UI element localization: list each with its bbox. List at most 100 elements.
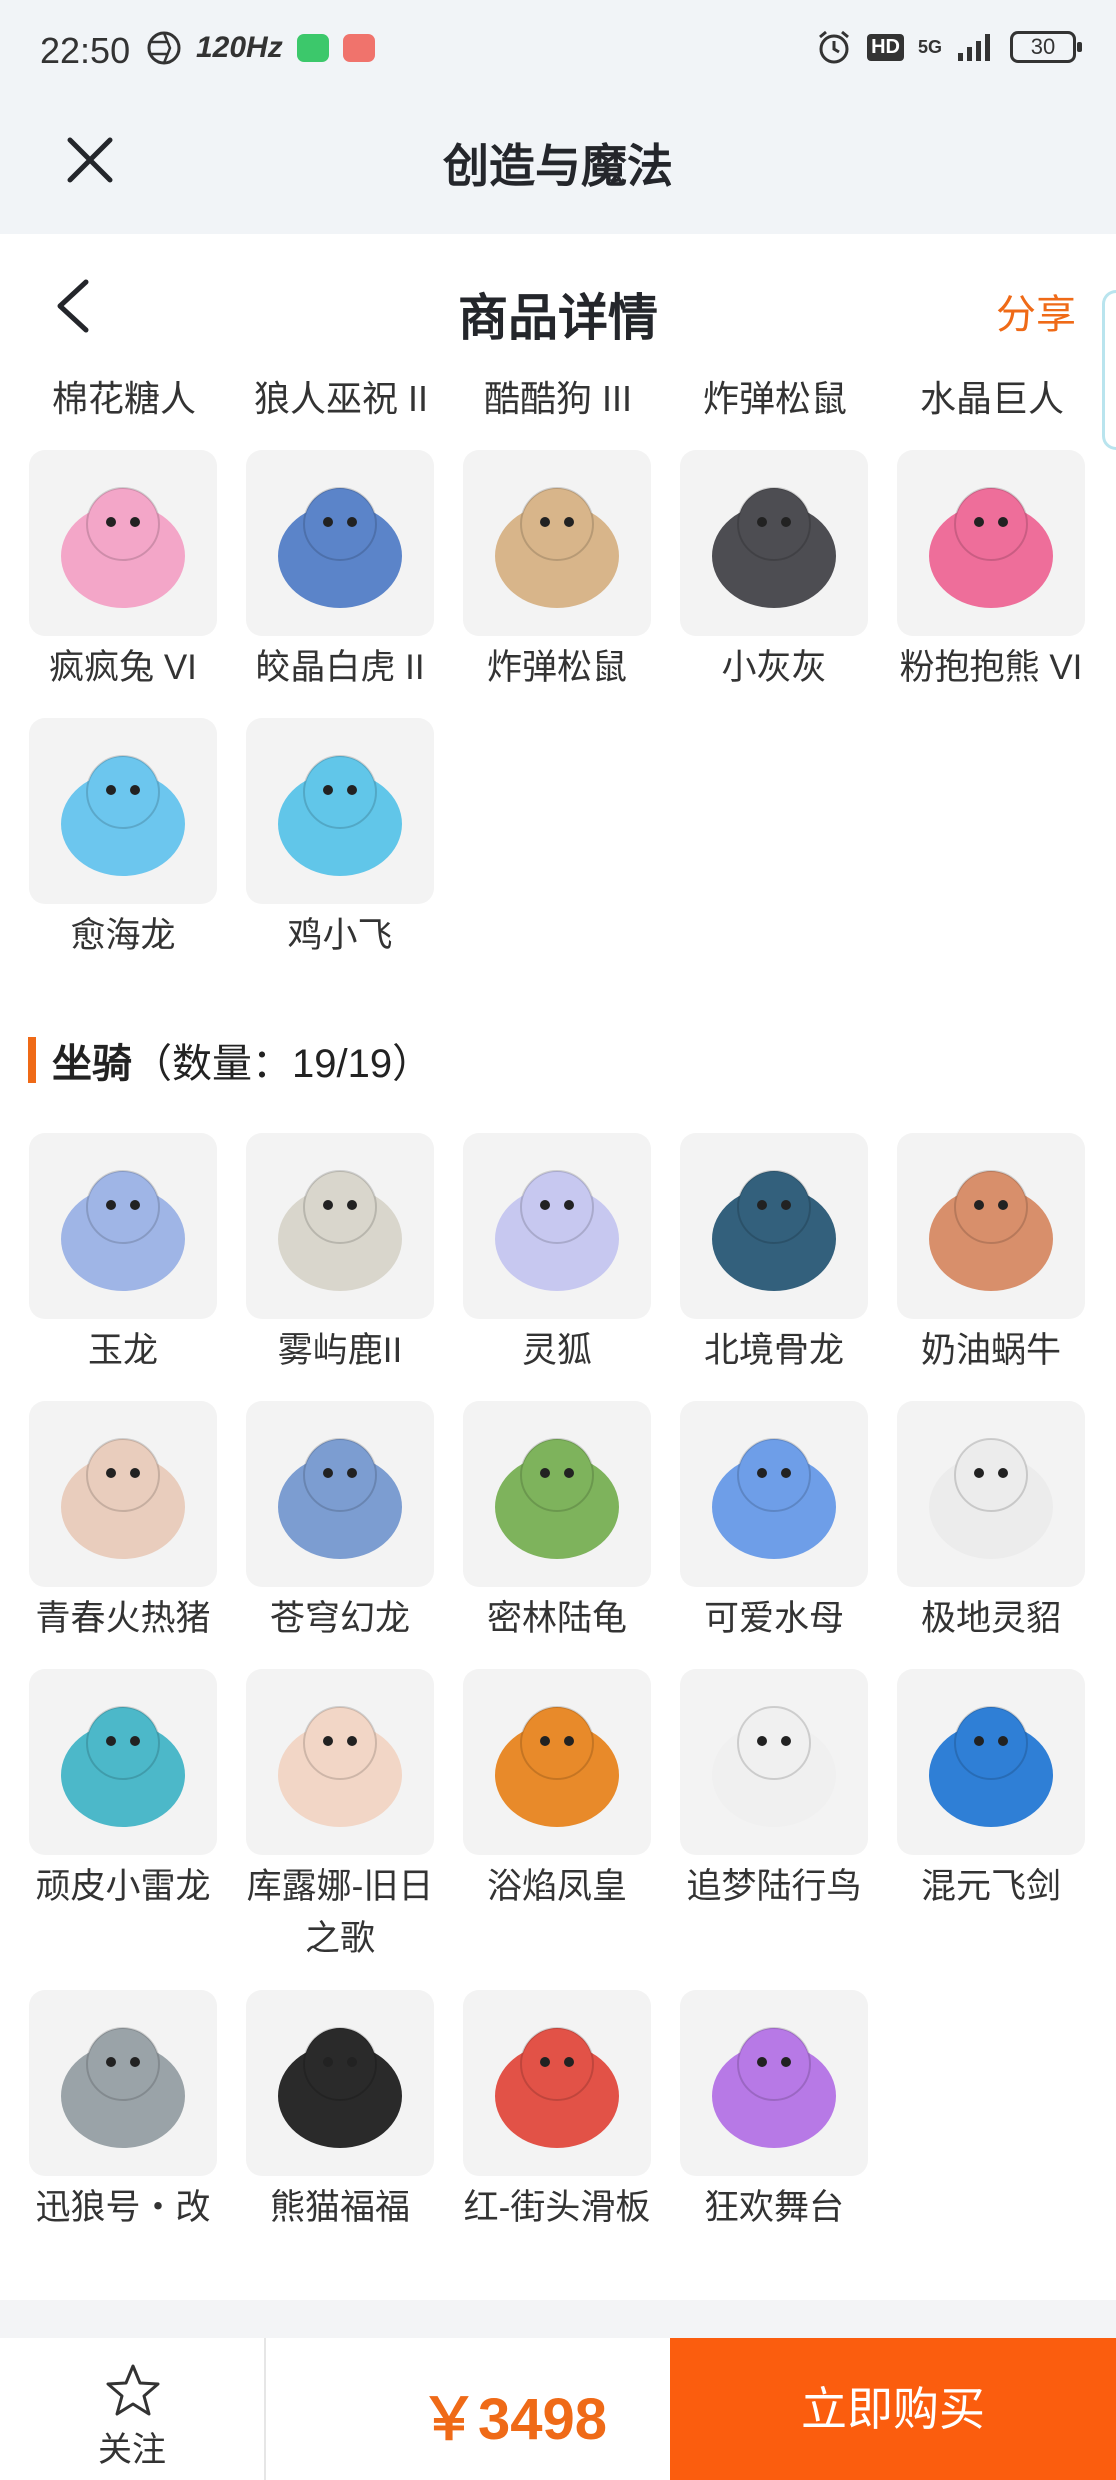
item-card[interactable]: 密林陆龟: [449, 1401, 665, 1645]
item-name: 雾屿鹿II: [277, 1331, 403, 1370]
bone-dragon-icon: [712, 1170, 836, 1291]
star-icon: [106, 2364, 160, 2416]
status-left-icons: 120Hz: [146, 30, 375, 66]
item-card[interactable]: 追梦陆行鸟: [666, 1669, 882, 1913]
bear-icon: [929, 487, 1053, 608]
pet-names-row: 棉花糖人 狼人巫祝 II 酷酷狗 III 炸弹松鼠 水晶巨人: [0, 370, 1116, 420]
item-card[interactable]: 迅狼号・改: [15, 1990, 231, 2234]
jellyfish-icon: [712, 1438, 836, 1559]
item-name: 炸弹松鼠: [486, 648, 627, 687]
item-card[interactable]: 愈海龙: [15, 718, 231, 962]
item-thumbnail: [246, 718, 434, 904]
item-thumbnail: [29, 718, 217, 904]
section-title-text: 坐骑: [52, 1042, 132, 1086]
item-card[interactable]: 可爱水母: [666, 1401, 882, 1645]
item-thumbnail: [897, 1133, 1085, 1319]
item-thumbnail: [680, 450, 868, 636]
section-count: （数量：19/19）: [132, 1042, 433, 1086]
item-card[interactable]: 浴焰凤皇: [449, 1669, 665, 1913]
item-card[interactable]: 雾屿鹿II: [232, 1133, 448, 1377]
buy-now-button[interactable]: 立即购买: [670, 2338, 1116, 2480]
network-label: 5G: [917, 36, 942, 57]
item-thumbnail: [246, 450, 434, 636]
snail-icon: [929, 1170, 1053, 1291]
item-thumbnail: [463, 1990, 651, 2176]
sky-dragon-icon: [278, 1438, 402, 1559]
section-divider: [0, 2300, 1116, 2338]
item-card[interactable]: 狂欢舞台: [666, 1990, 882, 2234]
item-name: 混元飞剑: [920, 1867, 1061, 1906]
squirrel-icon: [495, 487, 619, 608]
detail-header: 商品详情 分享: [0, 234, 1116, 364]
item-name: 青春火热猪: [35, 1599, 211, 1638]
jade-dragon-icon: [61, 1170, 185, 1291]
item-card[interactable]: 极地灵貂: [883, 1401, 1099, 1645]
item-card[interactable]: 红-街头滑板: [449, 1990, 665, 2234]
pet-name: 狼人巫祝 II: [253, 378, 428, 419]
item-name: 愈海龙: [70, 916, 176, 955]
item-thumbnail: [29, 1133, 217, 1319]
pet-name: 水晶巨人: [919, 378, 1064, 419]
app-notification-icon: [342, 34, 375, 62]
item-name: 追梦陆行鸟: [686, 1867, 862, 1906]
item-name: 顽皮小雷龙: [35, 1867, 211, 1906]
item-card[interactable]: 灵狐: [449, 1133, 665, 1377]
item-thumbnail: [680, 1401, 868, 1587]
item-card[interactable]: 北境骨龙: [666, 1133, 882, 1377]
item-thumbnail: [29, 1401, 217, 1587]
item-card[interactable]: 炸弹松鼠: [449, 450, 665, 694]
chick-icon: [278, 755, 402, 876]
share-button[interactable]: 分享: [996, 282, 1076, 340]
mink-icon: [929, 1438, 1053, 1559]
app-bar: 创造与魔法: [0, 100, 1116, 234]
item-thumbnail: [680, 1990, 868, 2176]
item-card[interactable]: 顽皮小雷龙: [15, 1669, 231, 1913]
item-name: 密林陆龟: [486, 1599, 627, 1638]
item-card[interactable]: 玉龙: [15, 1133, 231, 1377]
status-bar: 22:50 120Hz HD 5G 30: [0, 0, 1116, 100]
item-card[interactable]: 熊猫福福: [232, 1990, 448, 2234]
item-thumbnail: [29, 450, 217, 636]
alarm-icon: [819, 30, 850, 64]
item-thumbnail: [463, 1669, 651, 1855]
item-name: 极地灵貂: [920, 1599, 1061, 1638]
item-card[interactable]: 鸡小飞: [232, 718, 448, 962]
follow-button[interactable]: 关注: [0, 2338, 266, 2480]
refresh-rate: 120Hz: [196, 31, 283, 64]
item-card[interactable]: 皎晶白虎 II: [232, 450, 448, 694]
item-name: 疯疯兔 VI: [49, 648, 197, 687]
sword-icon: [929, 1706, 1053, 1827]
item-card[interactable]: 混元飞剑: [883, 1669, 1099, 1913]
item-name: 苍穹幻龙: [269, 1599, 410, 1638]
item-thumbnail: [463, 450, 651, 636]
mounts-section-title: 坐骑 （数量：19/19）: [28, 1030, 432, 1090]
item-thumbnail: [463, 1133, 651, 1319]
item-thumbnail: [897, 1669, 1085, 1855]
page-title: 商品详情: [458, 290, 658, 346]
item-card[interactable]: 苍穹幻龙: [232, 1401, 448, 1645]
item-thumbnail: [897, 450, 1085, 636]
thunder-dragon-icon: [61, 1706, 185, 1827]
item-thumbnail: [897, 1401, 1085, 1587]
tortoise-icon: [495, 1438, 619, 1559]
battery-icon: 30: [1010, 31, 1082, 63]
item-card[interactable]: 小灰灰: [666, 450, 882, 694]
section-accent-bar: [28, 1037, 36, 1083]
item-card[interactable]: 疯疯兔 VI: [15, 450, 231, 694]
item-card[interactable]: 库露娜-旧日之歌: [232, 1669, 448, 1965]
app-title: 创造与魔法: [443, 140, 673, 192]
item-thumbnail: [246, 1990, 434, 2176]
item-card[interactable]: 粉抱抱熊 VI: [883, 450, 1099, 694]
item-thumbnail: [246, 1669, 434, 1855]
wolf-cub-icon: [712, 487, 836, 608]
signal-icon: [958, 34, 990, 61]
item-name: 狂欢舞台: [703, 2188, 844, 2227]
skateboard-icon: [495, 2027, 619, 2148]
wechat-icon: [296, 34, 329, 62]
item-card[interactable]: 青春火热猪: [15, 1401, 231, 1645]
item-name: 鸡小飞: [287, 916, 393, 955]
item-name: 浴焰凤皇: [486, 1867, 627, 1906]
item-card[interactable]: 奶油蜗牛: [883, 1133, 1099, 1377]
price: ￥3498: [420, 2387, 608, 2452]
item-thumbnail: [29, 1990, 217, 2176]
